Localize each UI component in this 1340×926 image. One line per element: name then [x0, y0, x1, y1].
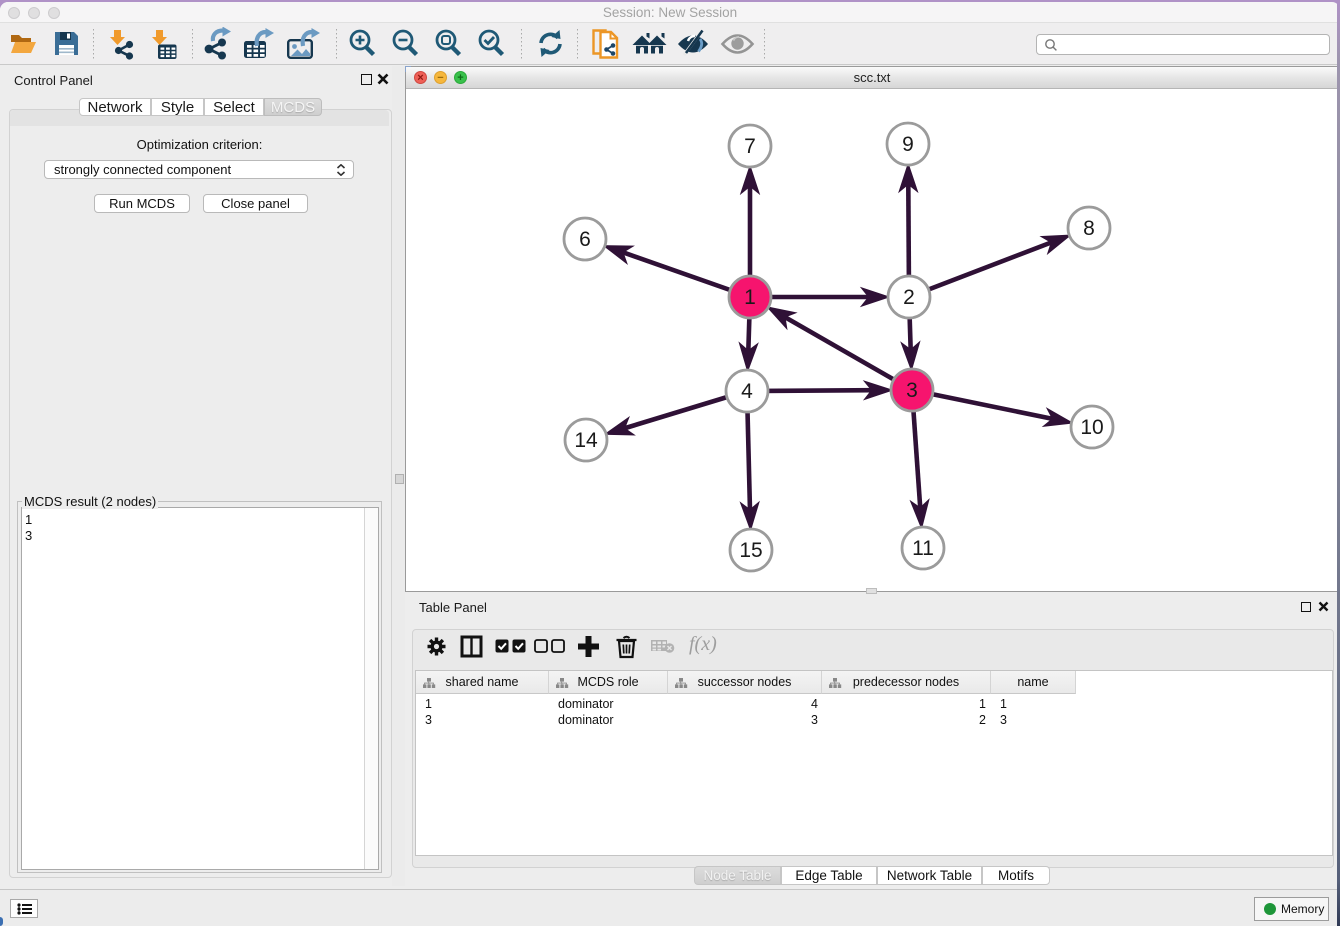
svg-text:3: 3	[906, 379, 918, 402]
svg-text:8: 8	[1083, 217, 1095, 240]
svg-text:15: 15	[739, 539, 762, 562]
svg-text:7: 7	[744, 135, 756, 158]
svg-text:2: 2	[903, 286, 915, 309]
svg-text:10: 10	[1080, 416, 1103, 439]
svg-text:9: 9	[902, 133, 914, 156]
svg-text:1: 1	[744, 286, 756, 309]
svg-text:4: 4	[741, 380, 753, 403]
svg-text:14: 14	[574, 429, 598, 452]
svg-text:11: 11	[912, 537, 934, 560]
svg-text:6: 6	[579, 228, 591, 251]
